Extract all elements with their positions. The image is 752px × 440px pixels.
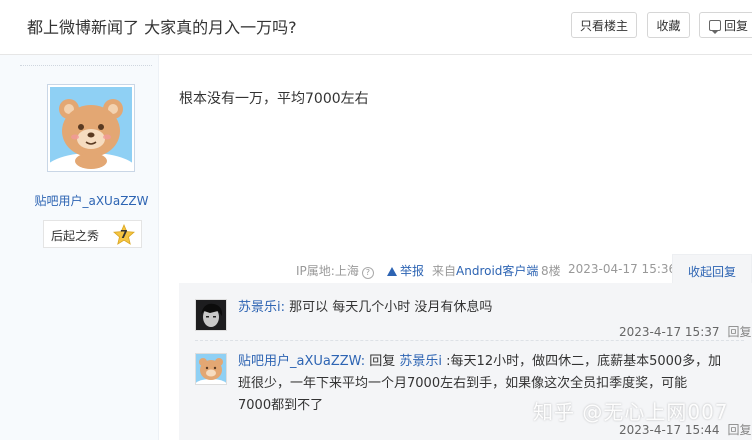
collapse-reply-tab[interactable]: 收起回复 (672, 254, 752, 284)
reply-action[interactable]: 回复 (728, 423, 752, 437)
reply-time: 2023-4-17 15:37 (619, 325, 720, 339)
reply-message: 那可以 每天几个小时 没月有休息吗 (285, 300, 493, 315)
reply-action[interactable]: 回复 (728, 325, 752, 339)
dark-portrait-icon (196, 300, 226, 330)
ip-location: IP属地:上海? (296, 262, 374, 280)
reply-word: 回复 (365, 354, 400, 369)
comment-icon (709, 20, 721, 34)
favorite-button[interactable]: 收藏 (647, 12, 690, 38)
level-number: 7 (120, 228, 128, 241)
post-time: 2023-04-17 15:36 (568, 262, 677, 276)
thread-title: 都上微博新闻了 大家真的月入一万吗? (27, 18, 297, 37)
author-avatar[interactable] (43, 84, 139, 193)
client-link[interactable]: Android客户端 (456, 264, 538, 278)
reply-username[interactable]: 苏景乐i: (238, 300, 285, 315)
divider (20, 65, 152, 66)
reply-line: 班很少，一年下来平均一个月7000左右到手，如果像这次全员扣季度奖，可能 (238, 376, 688, 391)
reply-avatar[interactable] (195, 299, 227, 331)
report-link[interactable]: 举报 (387, 262, 424, 280)
ip-location-text: IP属地:上海 (296, 264, 359, 278)
level-name: 后起之秀 (51, 229, 100, 243)
watermark: 知乎 @无心上网007 (533, 400, 729, 424)
reply-meta: 2023-4-17 15:37 回复 (619, 323, 752, 340)
post-content: 根本没有一万，平均7000左右 (179, 91, 369, 107)
thread-header: 都上微博新闻了 大家真的月入一万吗? 只看楼主 收藏 回复 (0, 0, 752, 55)
floor-number: 8楼 (541, 264, 561, 278)
reply-button-label: 回复 (723, 19, 748, 33)
reply-avatar[interactable] (195, 353, 227, 385)
help-icon[interactable]: ? (361, 267, 374, 279)
reply-divider (195, 340, 744, 341)
reply-text: 苏景乐i: 那可以 每天几个小时 没月有休息吗 (238, 297, 492, 319)
bear-avatar-icon (196, 354, 226, 384)
reply-username[interactable]: 贴吧用户_aXUaZZW: (238, 354, 365, 369)
reply-line: 贴吧用户_aXUaZZW: 回复 苏景乐i :每天12小时，做四休二，底薪基本5… (238, 351, 738, 373)
reply-button[interactable]: 回复 (699, 12, 752, 38)
only-op-button[interactable]: 只看楼主 (571, 12, 637, 38)
reply-message: :每天12小时，做四休二，底薪基本5000多，加 (442, 354, 722, 369)
client-info: 来自Android客户端 (432, 262, 538, 280)
client-prefix: 来自 (432, 264, 457, 278)
level-badge[interactable]: 后起之秀 7 (43, 220, 142, 248)
warning-icon (387, 267, 397, 276)
author-username[interactable]: 贴吧用户_aXUaZZW (0, 192, 183, 209)
level-star-icon: 7 (113, 223, 135, 246)
reply-time: 2023-4-17 15:44 (619, 423, 720, 437)
report-label: 举报 (400, 264, 425, 278)
reply-target-user[interactable]: 苏景乐i (399, 354, 442, 369)
collapse-reply-label: 收起回复 (688, 265, 737, 279)
bear-avatar-icon (43, 87, 139, 193)
